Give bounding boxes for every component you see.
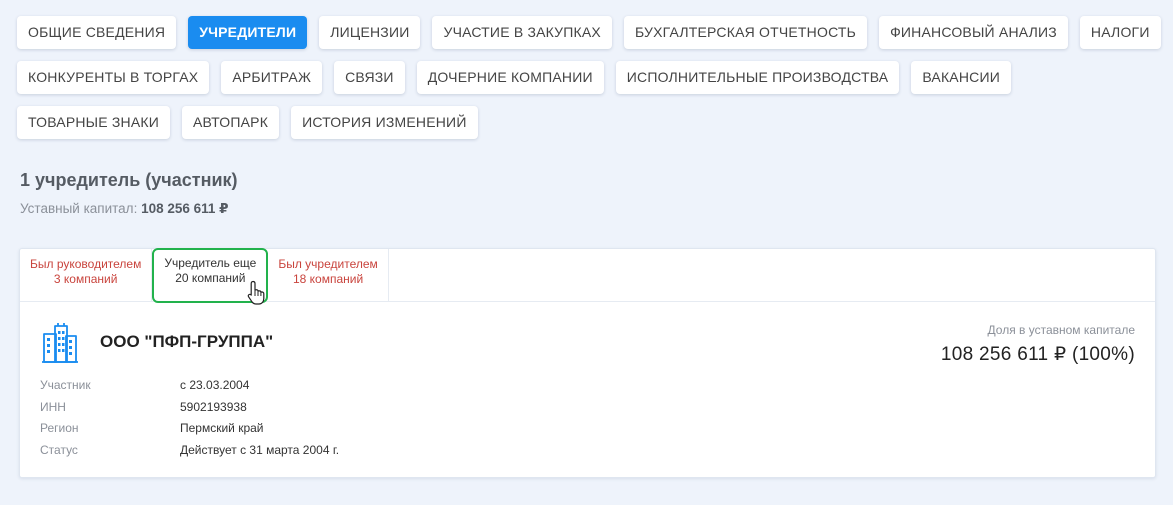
subtab-label: Был руководителем	[30, 257, 142, 271]
tab-vehicles[interactable]: АВТОПАРК	[182, 106, 280, 139]
tab-general-info[interactable]: ОБЩИЕ СВЕДЕНИЯ	[17, 16, 177, 49]
authorized-capital: Уставный капитал: 108 256 611 ₽	[20, 201, 229, 217]
tab-change-history[interactable]: ИСТОРИЯ ИЗМЕНЕНИЙ	[291, 106, 478, 139]
tab-vacancies[interactable]: ВАКАНСИИ	[911, 61, 1011, 94]
tab-competitors[interactable]: КОНКУРЕНТЫ В ТОРГАХ	[17, 61, 210, 94]
capital-label: Уставный капитал:	[20, 201, 138, 216]
subtab-count: 20 компаний	[175, 271, 246, 285]
tab-founders[interactable]: УЧРЕДИТЕЛИ	[188, 16, 308, 49]
detail-value-status: Действует с 31 марта 2004 г.	[180, 442, 340, 457]
section-tabs: ОБЩИЕ СВЕДЕНИЯ УЧРЕДИТЕЛИ ЛИЦЕНЗИИ УЧАСТ…	[17, 16, 1162, 139]
founder-card: Был руководителем 3 компаний Учредитель …	[19, 248, 1156, 478]
subtab-was-founder[interactable]: Был учредителем 18 компаний	[268, 249, 389, 301]
subtab-label: Был учредителем	[278, 257, 378, 271]
capital-value: 108 256 611 ₽	[141, 201, 229, 216]
tab-subsidiaries[interactable]: ДОЧЕРНИЕ КОМПАНИИ	[416, 61, 604, 94]
tab-trademarks[interactable]: ТОВАРНЫЕ ЗНАКИ	[17, 106, 171, 139]
tab-financial-analysis[interactable]: ФИНАНСОВЫЙ АНАЛИЗ	[879, 16, 1068, 49]
subtab-founder-also[interactable]: Учредитель еще 20 компаний	[152, 248, 269, 305]
tab-taxes[interactable]: НАЛОГИ	[1079, 16, 1161, 49]
subtab-count: 3 компаний	[53, 272, 118, 286]
tab-licenses[interactable]: ЛИЦЕНЗИИ	[319, 16, 421, 49]
share-label: Доля в уставном капитале	[987, 323, 1135, 337]
detail-value-region: Пермский край	[180, 421, 264, 435]
share-value: 108 256 611 ₽ (100%)	[940, 344, 1135, 365]
detail-key-inn: ИНН	[40, 399, 66, 414]
section-title: 1 учредитель (участник)	[20, 170, 238, 190]
detail-value-participant: с 23.03.2004	[180, 378, 250, 392]
tab-connections[interactable]: СВЯЗИ	[334, 61, 405, 94]
subtab-label: Учредитель еще	[164, 256, 257, 270]
founder-subtabs: Был руководителем 3 компаний Учредитель …	[20, 248, 1155, 305]
tab-accounting[interactable]: БУХГАЛТЕРСКАЯ ОТЧЕТНОСТЬ	[623, 16, 868, 49]
hand-pointer-icon	[248, 280, 265, 305]
company-details: Участник с 23.03.2004 ИНН 5902193938 Рег…	[40, 378, 480, 458]
detail-key-region: Регион	[40, 421, 79, 435]
tab-arbitration[interactable]: АРБИТРАЖ	[221, 61, 323, 94]
detail-value-inn: 5902193938	[180, 399, 247, 414]
company-name-link[interactable]: ООО "ПФП-ГРУППА"	[100, 332, 273, 352]
subtab-was-director[interactable]: Был руководителем 3 компаний	[20, 249, 153, 301]
detail-key-participant: Участник	[40, 378, 91, 392]
building-icon	[42, 323, 78, 363]
subtab-count: 18 компаний	[292, 272, 364, 286]
tab-enforcement[interactable]: ИСПОЛНИТЕЛЬНЫЕ ПРОИЗВОДСТВА	[615, 61, 900, 94]
detail-key-status: Статус	[40, 442, 78, 457]
tab-procurement[interactable]: УЧАСТИЕ В ЗАКУПКАХ	[432, 16, 612, 49]
